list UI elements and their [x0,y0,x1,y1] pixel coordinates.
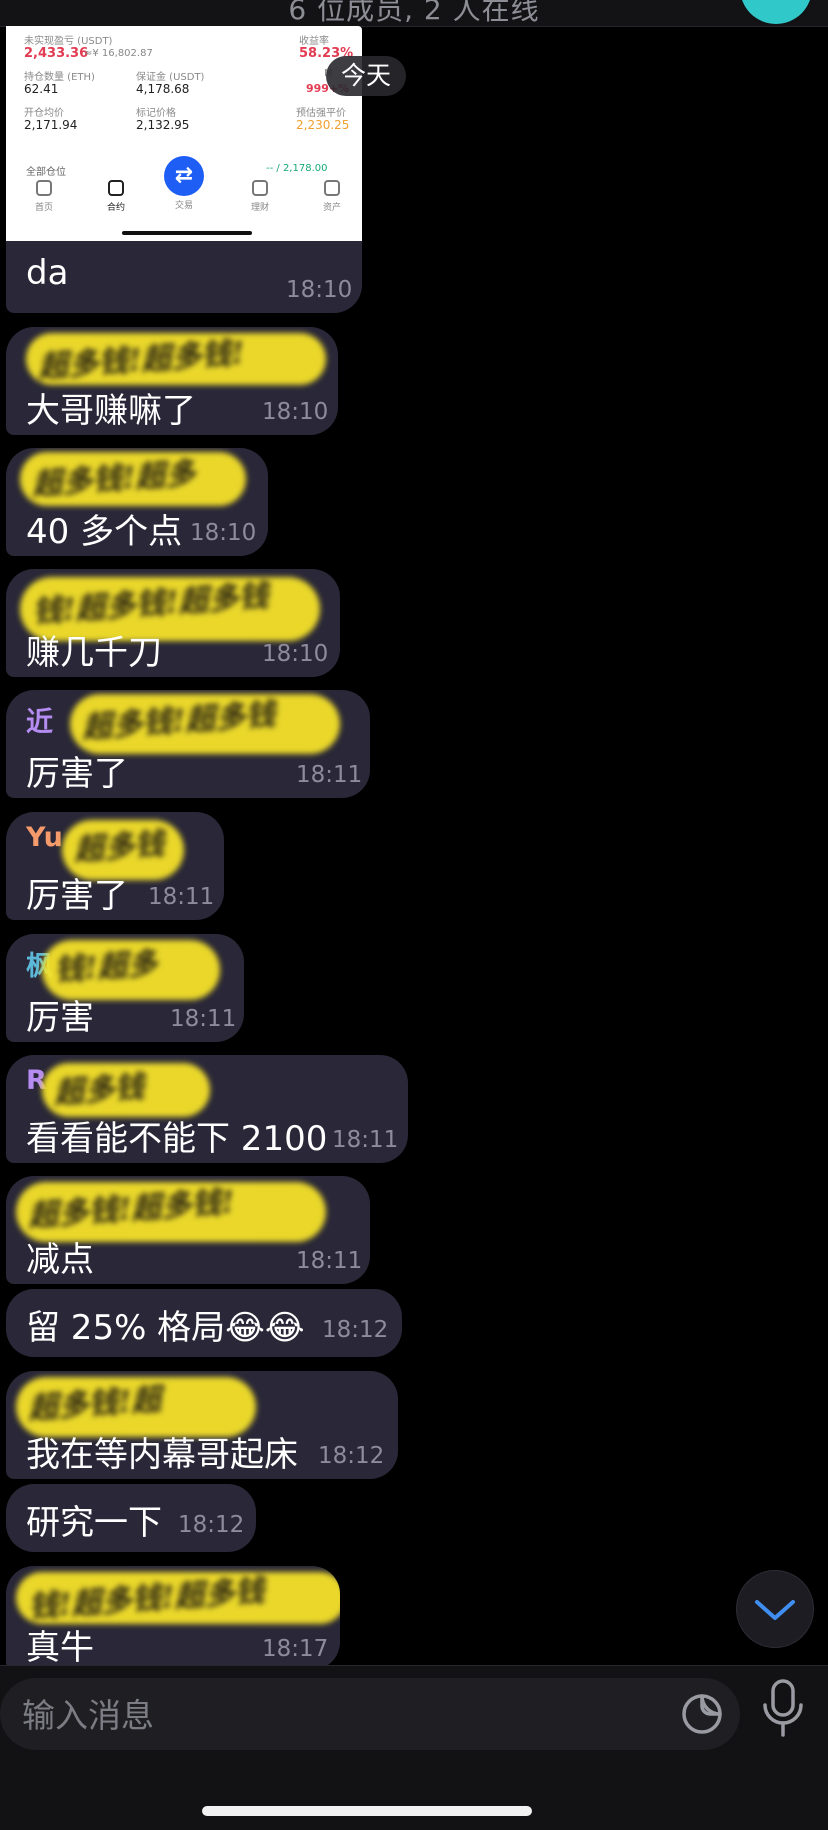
nav-finance: 理财 [230,176,290,213]
message-bubble[interactable]: 超多钱!超多钱! 减点 18:11 [6,1176,370,1284]
censor-scribble: 超多钱!超多钱 [70,694,340,754]
message-text: 40 多个点 [26,512,183,552]
message-input-container[interactable] [0,1678,740,1750]
message-time: 18:10 [262,399,329,425]
open-price-value: 2,171.94 [24,118,78,132]
home-icon [36,180,52,196]
sticker-icon[interactable] [680,1692,724,1736]
home-indicator [202,1806,532,1816]
yield-label: 收益率 [299,36,329,47]
liq-price-value: 2,230.25 [296,118,350,132]
message-bubble[interactable]: da 18:10 [6,241,362,313]
censor-scribble: 钱!超多钱!超多钱 [16,1572,340,1625]
message-time: 18:10 [286,277,353,303]
sender-name: 近 [26,707,53,738]
chevron-down-icon [755,1600,795,1620]
mark-price-label: 标记价格 [136,108,176,119]
message-text: 真牛 [26,1628,94,1668]
message-text: 我在等内幕哥起床 [26,1435,298,1475]
message-time: 18:11 [296,762,363,788]
margin-value: 4,178.68 [136,82,190,96]
unrealized-pnl-value: 2,433.36 [24,46,89,61]
message-text: 厉害了 [26,754,128,794]
mark-price-value: 2,132.95 [136,118,190,132]
screenshot-home-bar [122,231,252,235]
message-text: 厉害了 [26,876,128,916]
message-time: 18:10 [262,641,329,667]
message-time: 18:12 [322,1317,389,1343]
message-bubble[interactable]: 研究一下 18:12 [6,1484,256,1552]
nav-home: 首页 [14,176,74,213]
screenshot-bottom-nav: 首页 合约 交易 理财 资产 [6,176,362,236]
finance-icon [252,180,268,196]
message-text: 赚几千刀 [26,633,162,673]
message-bubble[interactable]: R 超多钱 看看能不能下 2100 18:11 [6,1055,408,1163]
nav-trade: 交易 [174,201,193,211]
message-time: 18:11 [296,1248,363,1274]
message-time: 18:10 [190,520,257,546]
message-input-bar [0,1665,828,1830]
censor-scribble: 超多钱!超多钱! [26,333,326,385]
nav-contracts: 合约 [86,176,146,213]
microphone-icon[interactable] [758,1678,808,1740]
censor-scribble: 超多钱 [42,1063,210,1117]
unrealized-pnl-cny: ≈¥ 16,802.87 [84,48,153,59]
message-text: 看看能不能下 2100 [26,1119,328,1159]
message-bubble[interactable]: 钱!超多钱!超多钱 赚几千刀 18:10 [6,569,340,677]
message-bubble[interactable]: Yu 超多钱 厉害了 18:11 [6,812,224,920]
all-positions-value: -- / 2,178.00 [266,163,328,174]
message-text: 大哥赚嘛了 [26,391,196,431]
member-count-subtitle: 6 位成员, 2 人在线 [288,0,540,26]
message-time: 18:11 [170,1006,237,1032]
message-text: 减点 [26,1240,94,1280]
message-input[interactable] [20,1688,644,1742]
sender-name: Yu [26,822,63,853]
contract-icon [108,180,124,196]
date-divider: 今天 [326,56,406,96]
message-bubble[interactable]: 枫 钱!超多 厉害 18:11 [6,934,244,1042]
censor-scribble: 超多钱!超多 [20,452,246,506]
message-time: 18:17 [262,1636,329,1662]
message-bubble[interactable]: 钱!超多钱!超多钱 真牛 18:17 [6,1566,340,1670]
unrealized-pnl-label: 未实现盈亏 (USDT) [24,36,113,47]
margin-label: 保证金 (USDT) [136,72,205,83]
message-time: 18:11 [332,1127,399,1153]
message-time: 18:12 [318,1443,385,1469]
message-text: 留 25% 格局😂😂 [26,1308,305,1348]
position-qty-value: 62.41 [24,82,59,96]
wallet-icon [324,180,340,196]
open-price-label: 开仓均价 [24,108,64,119]
message-text: da [26,253,69,293]
scroll-to-bottom-button[interactable] [736,1570,814,1648]
shared-screenshot-image[interactable]: 未实现盈亏 (USDT) 2,433.36 ≈¥ 16,802.87 收益率 5… [6,26,362,241]
nav-assets: 资产 [302,176,362,213]
message-text: 厉害 [26,998,94,1038]
message-bubble[interactable]: 留 25% 格局😂😂 18:12 [6,1289,402,1357]
liq-price-label: 预估强平价 [296,108,346,119]
message-time: 18:11 [148,884,215,910]
chat-header: 6 位成员, 2 人在线 [0,0,828,27]
message-time: 18:12 [178,1512,245,1538]
message-bubble[interactable]: 近 超多钱!超多钱 厉害了 18:11 [6,690,370,798]
message-text: 研究一下 [26,1503,162,1543]
position-qty-label: 持仓数量 (ETH) [24,72,95,83]
message-bubble[interactable]: 超多钱!超多钱! 大哥赚嘛了 18:10 [6,327,338,435]
message-bubble[interactable]: 超多钱!超 我在等内幕哥起床 18:12 [6,1371,398,1479]
message-bubble[interactable]: 超多钱!超多 40 多个点 18:10 [6,448,268,556]
